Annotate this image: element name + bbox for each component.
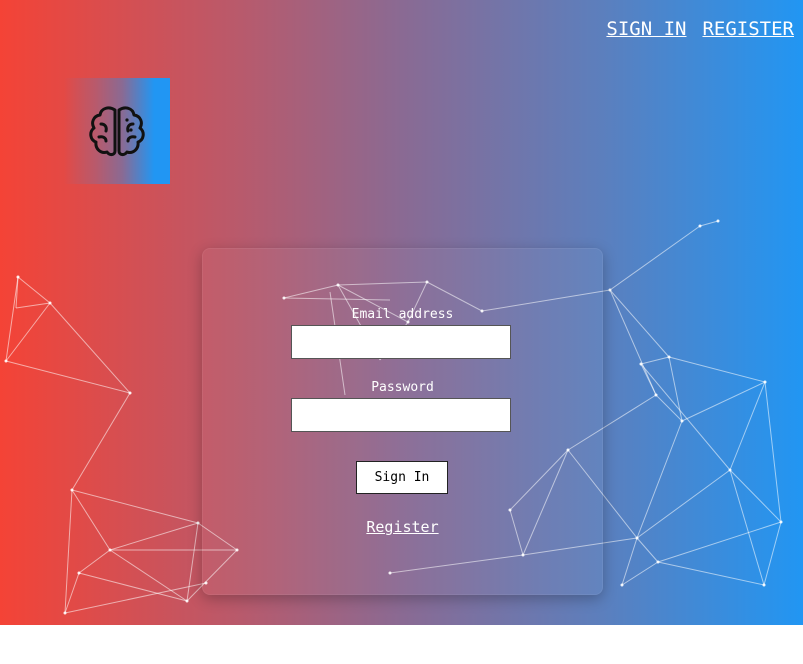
password-input[interactable] [291,398,511,432]
top-nav: SIGN IN REGISTER [606,18,794,40]
nav-register-link[interactable]: REGISTER [702,18,794,40]
hero-background: SIGN IN REGISTER Email address Password … [0,0,803,625]
register-link[interactable]: Register [203,518,602,536]
password-label: Password [371,380,434,395]
email-label: Email address [351,307,454,322]
nav-sign-in-link[interactable]: SIGN IN [606,18,686,40]
sign-in-card: Email address Password Sign In Register [202,248,603,595]
email-input[interactable] [291,325,511,359]
logo[interactable] [64,78,170,184]
sign-in-button[interactable]: Sign In [356,461,448,494]
brain-icon [89,106,145,156]
